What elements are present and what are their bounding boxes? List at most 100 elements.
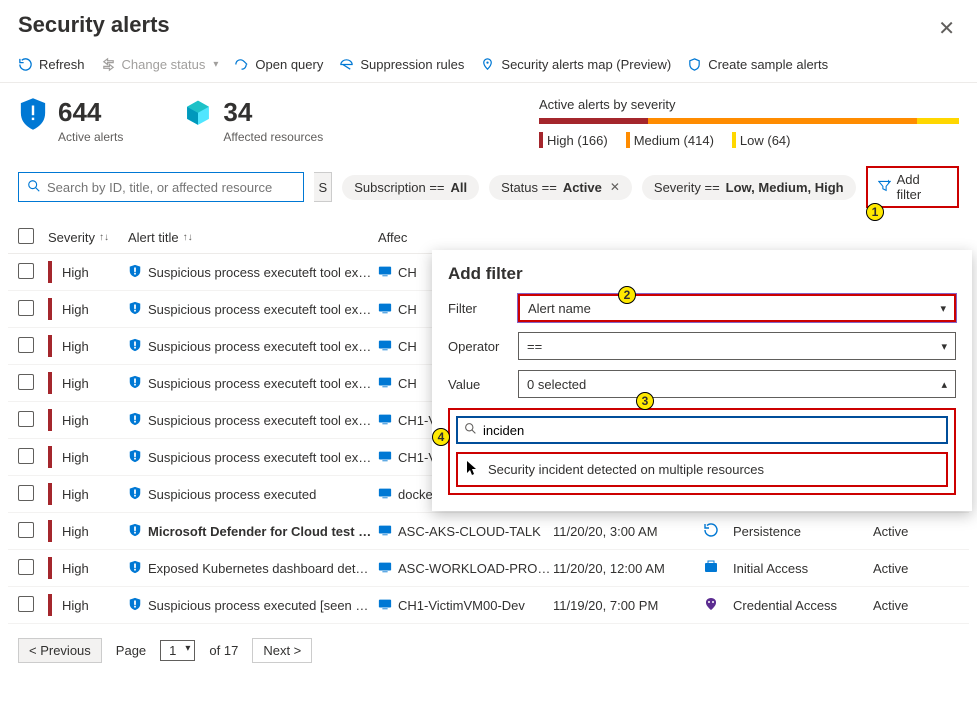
alerts-map-button[interactable]: Security alerts map (Preview): [480, 57, 671, 72]
severity-cell: High: [62, 302, 128, 317]
table-row[interactable]: High Suspicious process executed [seen ……: [8, 587, 969, 624]
sample-alerts-button[interactable]: Create sample alerts: [687, 57, 828, 72]
alert-shield-icon: [128, 375, 142, 392]
search-field[interactable]: [47, 180, 295, 195]
row-checkbox[interactable]: [18, 559, 34, 575]
resources-count: 34: [223, 97, 323, 128]
row-checkbox[interactable]: [18, 411, 34, 427]
remove-filter-icon[interactable]: ✕: [610, 180, 620, 194]
open-query-button[interactable]: Open query: [234, 57, 323, 72]
status-cell: Active: [873, 598, 933, 613]
vm-icon: [378, 264, 392, 281]
severity-cell: High: [62, 561, 128, 576]
row-checkbox[interactable]: [18, 374, 34, 390]
severity-mark: [48, 335, 52, 357]
row-checkbox[interactable]: [18, 522, 34, 538]
severity-cell: High: [62, 598, 128, 613]
severity-cell: High: [62, 265, 128, 280]
resource-cell: ASC-AKS-CLOUD-TALK: [378, 523, 553, 540]
refresh-button[interactable]: Refresh: [18, 57, 85, 72]
alert-shield-icon: [128, 560, 142, 577]
severity-bar: [539, 118, 959, 124]
filter-field-select[interactable]: Alert name ▾: [518, 294, 956, 322]
select-all-checkbox[interactable]: [18, 228, 34, 244]
sample-alerts-label: Create sample alerts: [708, 57, 828, 72]
severity-block: Active alerts by severity High (166) Med…: [539, 97, 959, 148]
filter-icon: [878, 179, 891, 195]
title-cell: Suspicious process executed [seen …: [128, 597, 378, 614]
affected-resources-stat: 34 Affected resources: [183, 97, 323, 144]
row-checkbox[interactable]: [18, 337, 34, 353]
title-cell: Suspicious process executeft tool ex…: [128, 449, 378, 466]
vm-icon: [378, 560, 392, 577]
vm-icon: [378, 449, 392, 466]
page-of: of 17: [209, 643, 238, 658]
title-cell: Suspicious process executeft tool ex…: [128, 375, 378, 392]
table-row[interactable]: High Exposed Kubernetes dashboard det… A…: [8, 550, 969, 587]
row-checkbox[interactable]: [18, 300, 34, 316]
chevron-down-icon: ▾: [941, 340, 947, 353]
active-alerts-label: Active alerts: [58, 130, 123, 144]
severity-legend: High (166) Medium (414) Low (64): [539, 132, 959, 148]
row-checkbox[interactable]: [18, 596, 34, 612]
value-select[interactable]: 0 selected ▴: [518, 370, 956, 398]
toolbar: Refresh Change status ▾ Open query Suppr…: [0, 53, 977, 83]
change-status-button[interactable]: Change status ▾: [101, 57, 219, 72]
page-select[interactable]: 1: [160, 640, 195, 661]
severity-mark: [48, 261, 52, 283]
shield-icon: [687, 57, 702, 72]
active-alerts-stat: 644 Active alerts: [18, 97, 123, 144]
severity-mark: [48, 520, 52, 542]
sort-icon: ↑↓: [99, 232, 109, 243]
severity-mark: [48, 483, 52, 505]
severity-cell: High: [62, 524, 128, 539]
value-search[interactable]: [456, 416, 948, 444]
alert-shield-icon: [128, 597, 142, 614]
severity-cell: High: [62, 413, 128, 428]
add-filter-button[interactable]: Add filter: [866, 166, 959, 208]
legend-low: Low (64): [732, 132, 791, 148]
title-cell: Suspicious process executed: [128, 486, 378, 503]
title-cell: Suspicious process executeft tool ex…: [128, 301, 378, 318]
value-option[interactable]: Security incident detected on multiple r…: [456, 452, 948, 487]
col-title[interactable]: Alert title↑↓: [128, 230, 378, 245]
col-severity[interactable]: Severity↑↓: [48, 230, 128, 245]
vm-icon: [378, 597, 392, 614]
search-icon: [27, 179, 41, 196]
severity-cell: High: [62, 450, 128, 465]
row-checkbox[interactable]: [18, 485, 34, 501]
title-cell: Exposed Kubernetes dashboard det…: [128, 560, 378, 577]
alerts-map-label: Security alerts map (Preview): [501, 57, 671, 72]
open-query-label: Open query: [255, 57, 323, 72]
partial-button[interactable]: S: [314, 172, 332, 202]
change-status-icon: [101, 57, 116, 72]
page-header: Security alerts ✕: [0, 0, 977, 53]
severity-mark: [48, 594, 52, 616]
severity-bar-medium: [648, 118, 917, 124]
alert-shield-icon: [128, 486, 142, 503]
filter-pill-subscription[interactable]: Subscription == All: [342, 175, 479, 200]
next-button[interactable]: Next >: [252, 638, 312, 663]
resources-label: Affected resources: [223, 130, 323, 144]
value-search-field[interactable]: [483, 423, 940, 438]
tactic-icon: [703, 522, 733, 541]
table-row[interactable]: High Microsoft Defender for Cloud test a…: [8, 513, 969, 550]
row-checkbox[interactable]: [18, 263, 34, 279]
operator-select[interactable]: == ▾: [518, 332, 956, 360]
row-checkbox[interactable]: [18, 448, 34, 464]
search-input[interactable]: [18, 172, 304, 202]
alert-shield-icon: [128, 264, 142, 281]
status-cell: Active: [873, 524, 933, 539]
severity-mark: [48, 409, 52, 431]
query-icon: [234, 57, 249, 72]
prev-button[interactable]: < Previous: [18, 638, 102, 663]
filter-pill-severity[interactable]: Severity == Low, Medium, High: [642, 175, 856, 200]
search-icon: [464, 422, 477, 438]
filter-pill-status[interactable]: Status == Active ✕: [489, 175, 632, 200]
callout-4: 4: [432, 428, 450, 446]
col-resource[interactable]: Affec: [378, 230, 553, 245]
suppression-button[interactable]: Suppression rules: [339, 57, 464, 72]
vm-icon: [378, 523, 392, 540]
close-icon[interactable]: ✕: [934, 12, 959, 45]
alert-shield-icon: [128, 412, 142, 429]
